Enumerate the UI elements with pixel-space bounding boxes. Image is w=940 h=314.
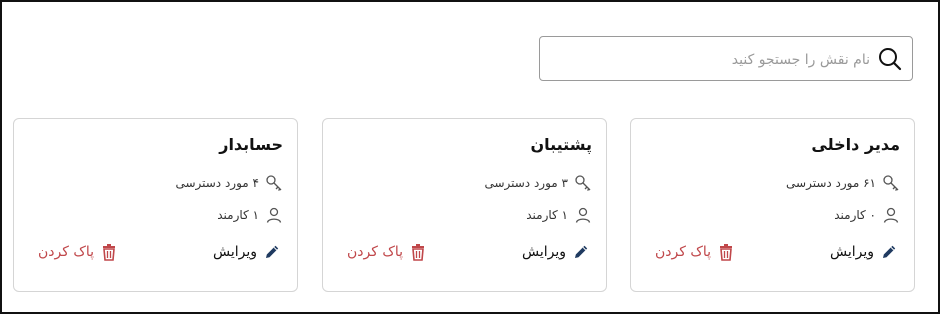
staff-count-label: ۱ کارمند bbox=[526, 208, 568, 222]
role-search-box[interactable] bbox=[539, 36, 913, 81]
staff-count-label: ۰ کارمند bbox=[834, 208, 876, 222]
trash-icon bbox=[717, 243, 735, 261]
edit-role-button[interactable]: ویرایش bbox=[522, 243, 590, 261]
edit-label: ویرایش bbox=[829, 244, 874, 260]
edit-label: ویرایش bbox=[212, 244, 257, 260]
user-icon bbox=[882, 206, 900, 224]
key-icon bbox=[265, 174, 283, 192]
key-icon bbox=[882, 174, 900, 192]
delete-label: پاک کردن bbox=[655, 244, 712, 260]
role-title: مدیر داخلی bbox=[811, 135, 900, 154]
edit-label: ویرایش bbox=[521, 244, 566, 260]
access-count-label: ۶۱ مورد دسترسی bbox=[786, 176, 876, 190]
role-card: مدیر داخلی ۶۱ مورد دسترسی ۰ کارمند ویرای… bbox=[630, 118, 915, 292]
pencil-icon bbox=[572, 243, 590, 261]
role-title: پشتیبان bbox=[530, 135, 592, 154]
role-card: پشتیبان ۳ مورد دسترسی ۱ کارمند ویرایش پا… bbox=[322, 118, 607, 292]
edit-role-button[interactable]: ویرایش bbox=[830, 243, 898, 261]
role-access-count: ۶۱ مورد دسترسی bbox=[786, 174, 900, 192]
pencil-icon bbox=[880, 243, 898, 261]
role-staff-count: ۱ کارمند bbox=[526, 206, 592, 224]
key-icon bbox=[574, 174, 592, 192]
delete-role-button[interactable]: پاک کردن bbox=[38, 243, 118, 261]
pencil-icon bbox=[263, 243, 281, 261]
role-staff-count: ۰ کارمند bbox=[834, 206, 900, 224]
delete-role-button[interactable]: پاک کردن bbox=[347, 243, 427, 261]
trash-icon bbox=[409, 243, 427, 261]
access-count-label: ۴ مورد دسترسی bbox=[175, 176, 259, 190]
search-icon[interactable] bbox=[876, 45, 904, 73]
roles-panel: مدیر داخلی ۶۱ مورد دسترسی ۰ کارمند ویرای… bbox=[0, 0, 940, 314]
delete-role-button[interactable]: پاک کردن bbox=[655, 243, 735, 261]
trash-icon bbox=[100, 243, 118, 261]
role-access-count: ۳ مورد دسترسی bbox=[484, 174, 592, 192]
staff-count-label: ۱ کارمند bbox=[217, 208, 259, 222]
delete-label: پاک کردن bbox=[38, 244, 95, 260]
edit-role-button[interactable]: ویرایش bbox=[213, 243, 281, 261]
delete-label: پاک کردن bbox=[347, 244, 404, 260]
user-icon bbox=[265, 206, 283, 224]
role-search-input[interactable] bbox=[570, 51, 876, 68]
user-icon bbox=[574, 206, 592, 224]
role-card: حسابدار ۴ مورد دسترسی ۱ کارمند ویرایش پا… bbox=[13, 118, 298, 292]
access-count-label: ۳ مورد دسترسی bbox=[484, 176, 568, 190]
role-title: حسابدار bbox=[219, 135, 283, 154]
role-access-count: ۴ مورد دسترسی bbox=[175, 174, 283, 192]
role-staff-count: ۱ کارمند bbox=[217, 206, 283, 224]
